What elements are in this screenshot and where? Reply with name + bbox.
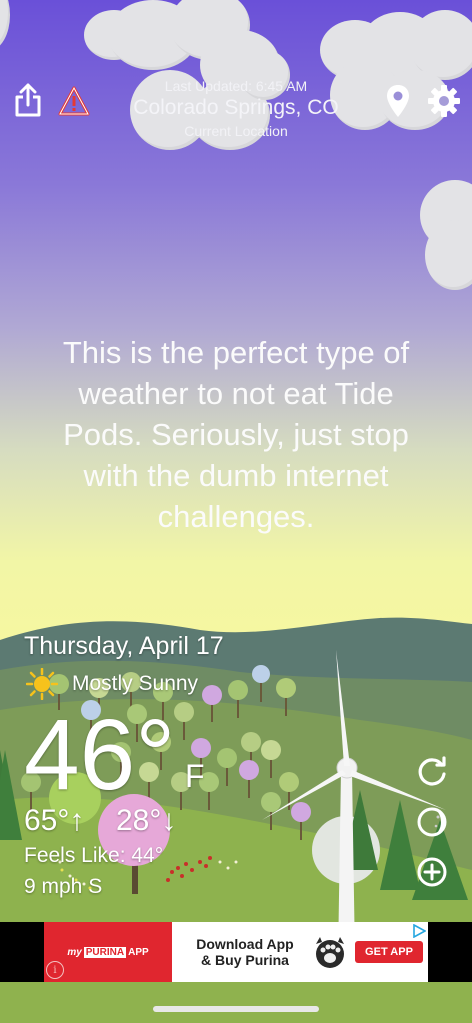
location-name: Colorado Springs, CO (133, 96, 339, 119)
condition-text: Mostly Sunny (72, 672, 199, 695)
location-header[interactable]: Last Updated: 6:45 AM Colorado Springs, … (110, 78, 362, 139)
ad-cta-label: GET APP (365, 946, 413, 958)
adchoices-icon[interactable] (412, 924, 426, 938)
refresh-icon (418, 756, 446, 786)
weather-message: This is the perfect type of weather to n… (62, 335, 410, 534)
ad-text: Download App & Buy Purina (172, 922, 310, 982)
location-pin-icon (387, 85, 409, 117)
last-updated-text: Last Updated: 6:45 AM (164, 78, 308, 94)
ad-headline-line1: Download App (196, 936, 294, 952)
moon-phase-button[interactable] (414, 804, 450, 840)
ad-brand-panel: my PURINA APP i (44, 922, 172, 982)
ad-paw-graphic (310, 922, 350, 982)
settings-button[interactable] (424, 82, 464, 120)
settings-gear-icon (428, 85, 460, 117)
refresh-button[interactable] (414, 754, 450, 790)
ad-info-button[interactable]: i (46, 961, 64, 979)
share-button[interactable] (12, 82, 44, 118)
alert-button[interactable] (57, 84, 91, 118)
home-indicator[interactable] (153, 1006, 319, 1012)
ad-cta-wrap: GET APP (350, 922, 428, 982)
ad-cta-button[interactable]: GET APP (355, 941, 423, 963)
moon-phase-icon (417, 807, 447, 837)
share-icon (15, 83, 41, 117)
feels-like-text: Feels Like: 44° (24, 844, 164, 867)
temperature-unit: F (185, 758, 205, 794)
ad-brand-prefix: my (67, 946, 82, 958)
weather-screen: Last Updated: 6:45 AM Colorado Springs, … (0, 0, 472, 1023)
ad-headline-line2: & Buy Purina (201, 952, 289, 968)
info-icon: i (53, 964, 57, 976)
ad-brand-suffix: APP (128, 946, 149, 958)
high-temperature: 65°↑ (24, 804, 85, 837)
low-temperature: 28°↓ (116, 804, 177, 837)
current-temperature: 46° (24, 699, 176, 811)
sun-icon (26, 668, 58, 700)
alert-triangle-icon (58, 86, 90, 116)
ad-creative[interactable]: my PURINA APP i Download App & Buy Purina (44, 922, 428, 982)
add-icon (417, 857, 447, 887)
condition-row: Mostly Sunny (26, 668, 198, 700)
date-label: Thursday, April 17 (24, 632, 224, 660)
add-location-button[interactable] (414, 854, 450, 890)
wind-text: 9 mph S (24, 875, 103, 898)
bottom-grass (0, 982, 472, 1023)
location-button[interactable] (382, 82, 414, 120)
location-subtitle: Current Location (184, 123, 288, 139)
ad-banner[interactable]: my PURINA APP i Download App & Buy Purina (0, 922, 472, 982)
ad-brand-name: PURINA (83, 946, 127, 958)
